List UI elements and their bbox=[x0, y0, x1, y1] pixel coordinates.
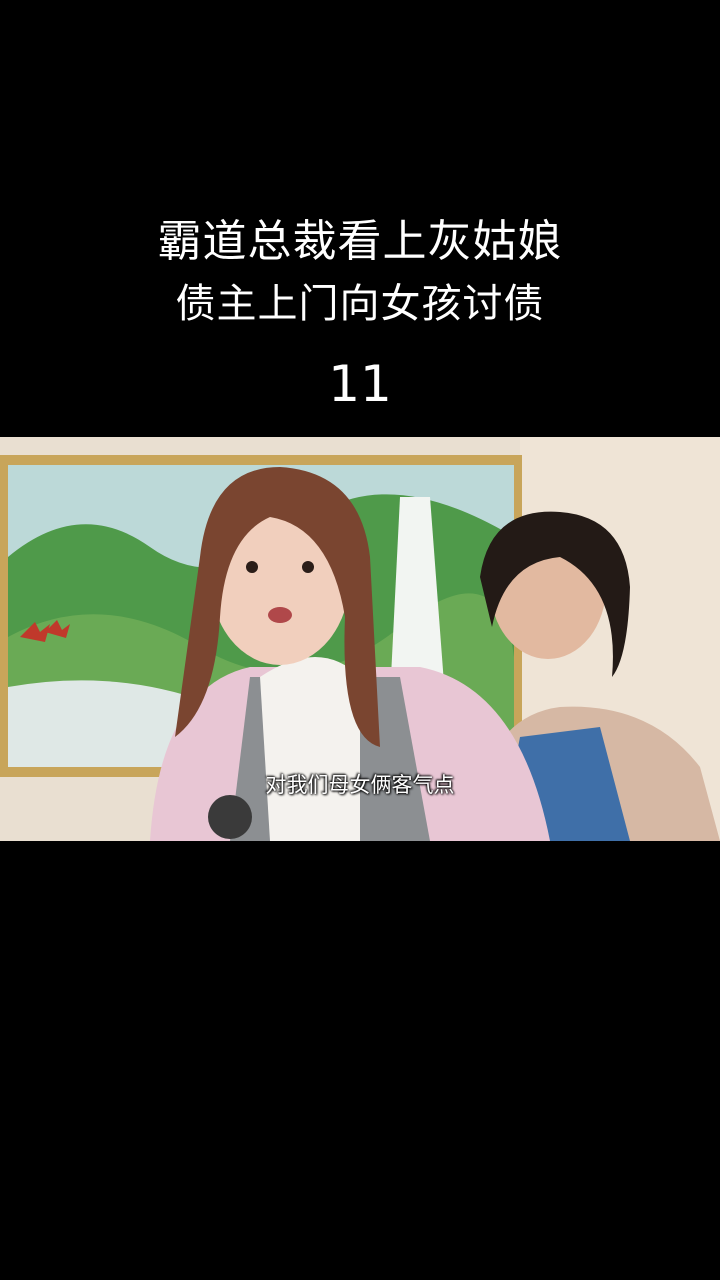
video-caption: 对我们母女俩客气点 bbox=[265, 773, 455, 797]
video-title: 霸道总裁看上灰姑娘 bbox=[157, 216, 563, 267]
episode-number: 11 bbox=[328, 355, 392, 413]
title-block: 霸道总裁看上灰姑娘 债主上门向女孩讨债 11 bbox=[0, 210, 720, 416]
video-subtitle-heading: 债主上门向女孩讨债 bbox=[175, 281, 545, 327]
video-player[interactable]: 对我们母女俩客气点 bbox=[0, 437, 720, 841]
